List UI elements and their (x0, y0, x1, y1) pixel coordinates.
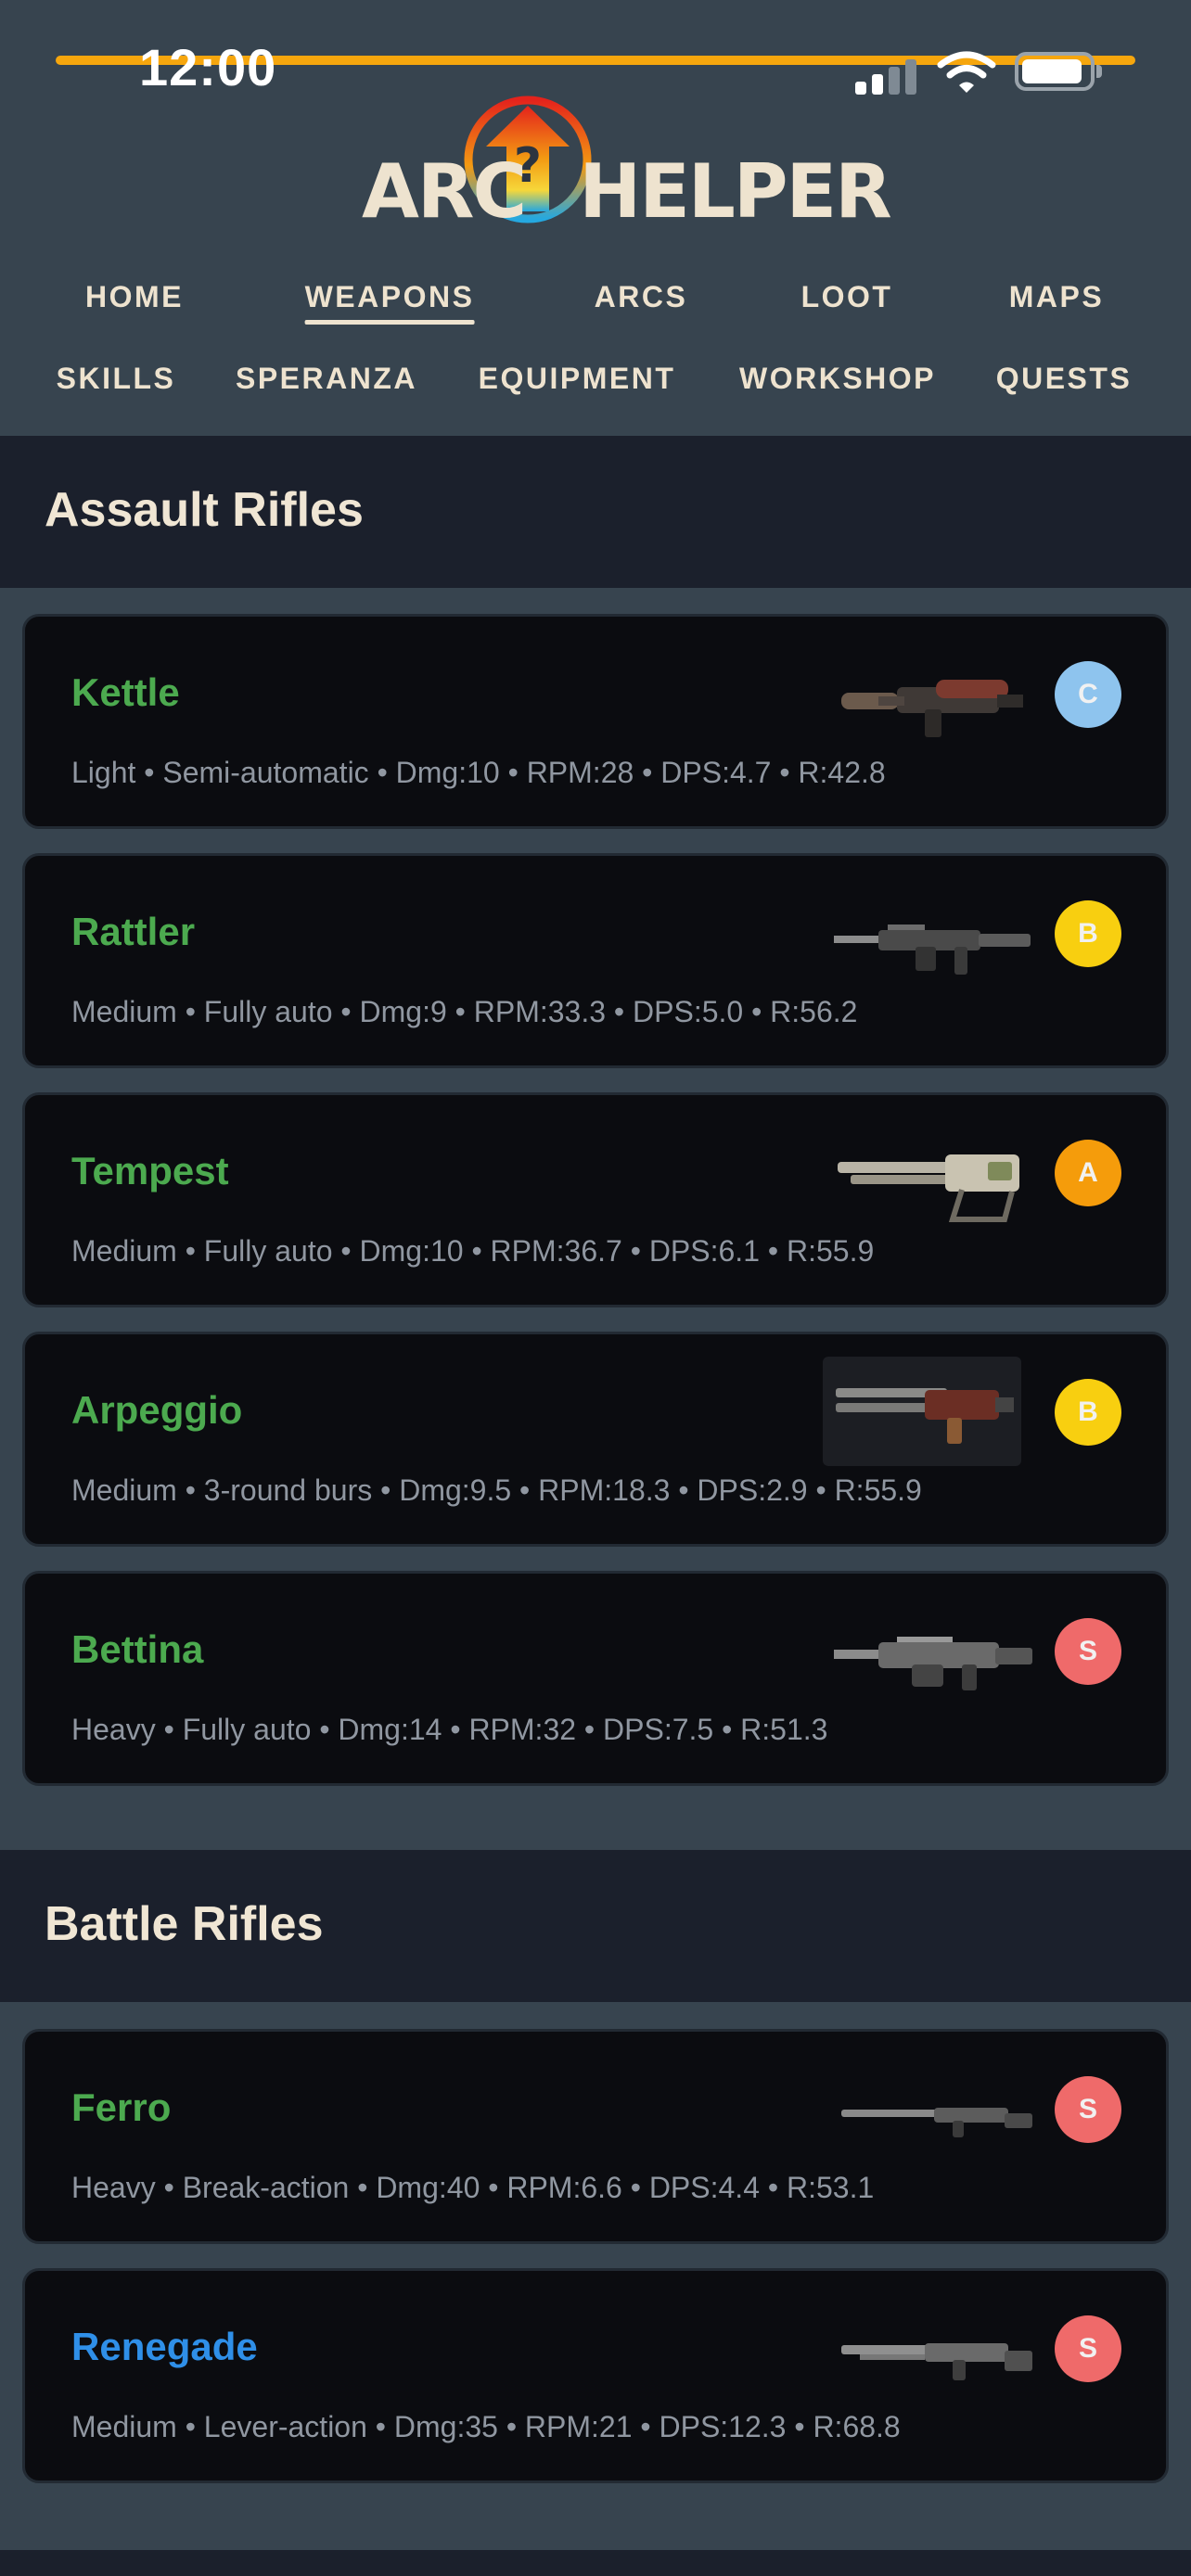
nav-speranza[interactable]: SPERANZA (236, 351, 417, 406)
weapon-stats: Medium • 3-round burs • Dmg:9.5 • RPM:18… (71, 1473, 922, 1507)
weapon-name: Bettina (71, 1627, 204, 1671)
tempest-rifle-image (838, 1154, 1019, 1222)
nav-loot[interactable]: LOOT (801, 269, 893, 325)
weapon-stats: Medium • Lever-action • Dmg:35 • RPM:21 … (71, 2410, 901, 2443)
status-time: 12:00 (139, 38, 277, 96)
nav-quests[interactable]: QUESTS (996, 351, 1133, 406)
app-logo[interactable]: ? ARC HELPER (362, 93, 892, 235)
section-header-battle-rifles: Battle Rifles (0, 1850, 1191, 2002)
nav-row-primary: HOME WEAPONS ARCS LOOT MAPS (0, 269, 1191, 325)
battery-icon (1015, 52, 1102, 91)
kettle-rifle-image (841, 680, 1023, 737)
section-title: Assault Rifles (45, 483, 364, 537)
weapon-card-ferro[interactable]: Ferro Heavy • Break-action • Dmg:40 • RP… (22, 2029, 1169, 2244)
tier-badge: B (1055, 900, 1121, 967)
nav-arcs[interactable]: ARCS (595, 269, 688, 325)
arpeggio-rifle-image (823, 1357, 1021, 1466)
nav-equipment[interactable]: EQUIPMENT (479, 351, 676, 406)
weapon-card-bettina[interactable]: Bettina Heavy • Fully auto • Dmg:14 • RP… (22, 1571, 1169, 1786)
nav-workshop[interactable]: WORKSHOP (739, 351, 936, 406)
rattler-rifle-image (834, 925, 1031, 975)
weapon-name: Arpeggio (71, 1388, 243, 1432)
weapon-card-arpeggio[interactable]: Arpeggio Medium • 3-round burs • Dmg:9.5… (22, 1332, 1169, 1547)
signal-icon (855, 57, 920, 95)
weapon-name: Kettle (71, 670, 180, 714)
weapon-stats: Heavy • Fully auto • Dmg:14 • RPM:32 • D… (71, 1713, 828, 1746)
logo-text-arc: ARC (362, 148, 527, 235)
weapon-stats: Heavy • Break-action • Dmg:40 • RPM:6.6 … (71, 2171, 875, 2204)
section-header-assault-rifles: Assault Rifles (0, 436, 1191, 588)
tier-badge: S (1055, 1618, 1121, 1685)
tier-badge: A (1055, 1140, 1121, 1206)
nav-skills[interactable]: SKILLS (57, 351, 176, 406)
nav-maps[interactable]: MAPS (1009, 269, 1104, 325)
weapon-name: Tempest (71, 1149, 229, 1192)
ferro-rifle-image (841, 2108, 1032, 2137)
weapon-stats: Medium • Fully auto • Dmg:10 • RPM:36.7 … (71, 1234, 875, 1268)
tier-badge: S (1055, 2315, 1121, 2382)
logo-wordmark: ARC HELPER (362, 148, 892, 235)
weapon-name: Ferro (71, 2085, 172, 2129)
weapon-stats: Medium • Fully auto • Dmg:9 • RPM:33.3 •… (71, 995, 858, 1028)
next-section-edge (0, 2550, 1191, 2576)
nav-row-secondary: SKILLS SPERANZA EQUIPMENT WORKSHOP QUEST… (0, 351, 1191, 406)
weapon-name: Rattler (71, 910, 196, 953)
weapon-card-kettle[interactable]: Kettle Light • Semi-automatic • Dmg:10 •… (22, 614, 1169, 829)
weapons-page: 12:00 ? ARC HELPER HOME WEAPONS ARCS LOO… (0, 0, 1191, 2576)
tier-badge: B (1055, 1379, 1121, 1446)
tier-badge: S (1055, 2076, 1121, 2143)
weapon-card-rattler[interactable]: Rattler Medium • Fully auto • Dmg:9 • RP… (22, 853, 1169, 1068)
tier-badge: C (1055, 661, 1121, 728)
weapon-name: Renegade (71, 2325, 258, 2368)
weapon-card-renegade[interactable]: Renegade Medium • Lever-action • Dmg:35 … (22, 2268, 1169, 2483)
nav-weapons[interactable]: WEAPONS (304, 269, 475, 325)
weapon-stats: Light • Semi-automatic • Dmg:10 • RPM:28… (71, 756, 886, 789)
wifi-icon (937, 51, 996, 93)
renegade-rifle-image (841, 2343, 1032, 2380)
nav-home[interactable]: HOME (85, 269, 184, 325)
logo-text-helper: HELPER (579, 148, 891, 235)
bettina-rifle-image (834, 1637, 1032, 1690)
section-title: Battle Rifles (45, 1897, 324, 1951)
weapon-card-tempest[interactable]: Tempest Medium • Fully auto • Dmg:10 • R… (22, 1092, 1169, 1307)
